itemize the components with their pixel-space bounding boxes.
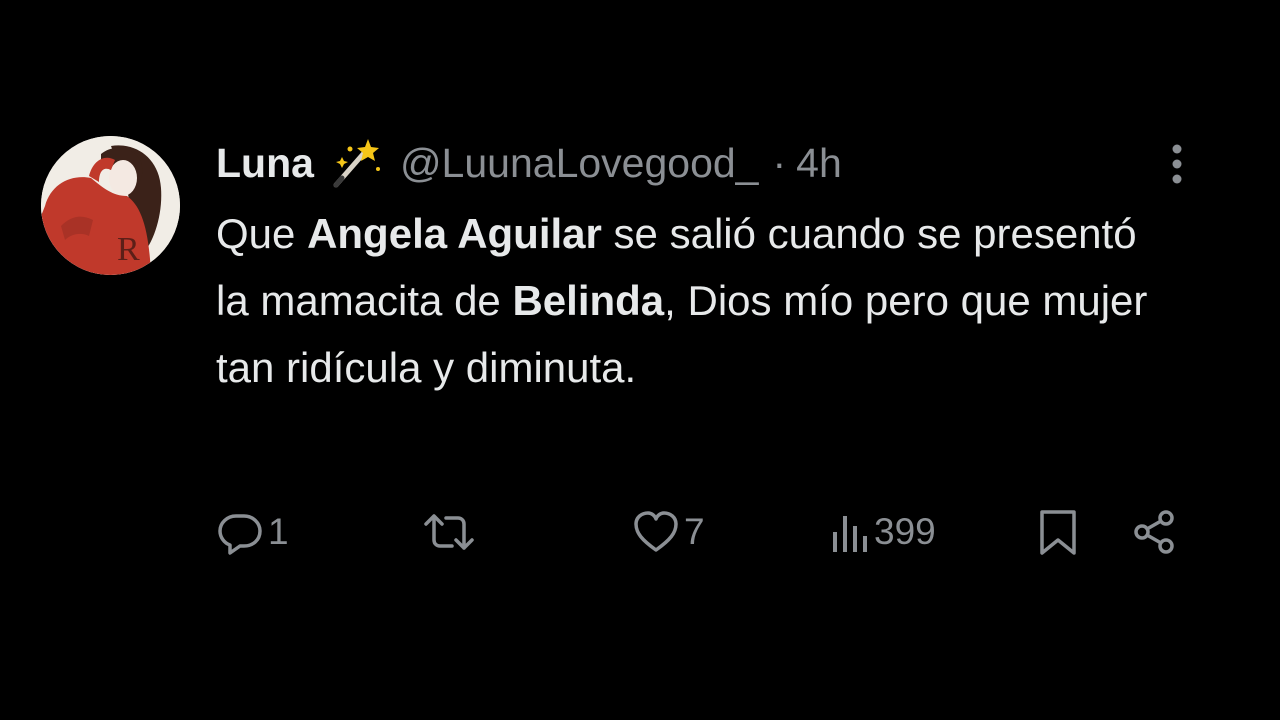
mention-bold: Belinda: [512, 277, 665, 324]
views-button[interactable]: 399: [830, 502, 936, 562]
mention-bold: Angela Aguilar: [307, 210, 602, 257]
views-count: 399: [874, 511, 936, 552]
reply-button[interactable]: 1: [216, 502, 289, 562]
like-count: 7: [684, 511, 705, 552]
tweet-text: Que Angela Aguilar se salió cuando se pr…: [216, 200, 1176, 401]
share-icon: [1134, 510, 1174, 554]
more-options-icon[interactable]: [1162, 140, 1192, 188]
heart-icon: [634, 511, 678, 552]
avatar-illustration: R: [41, 136, 180, 275]
retweet-icon: [424, 514, 474, 550]
views-icon: [833, 516, 867, 552]
avatar[interactable]: R: [41, 136, 180, 275]
author-name[interactable]: Luna: [216, 140, 314, 187]
bookmark-icon: [1040, 510, 1076, 555]
share-button[interactable]: [1130, 502, 1178, 562]
reply-icon: [218, 514, 262, 555]
tweet[interactable]: R Luna @LuunaLovegood_ · 4h Que Angela A…: [0, 0, 1280, 720]
tweet-header: Luna @LuunaLovegood_ · 4h: [216, 135, 842, 191]
separator-dot: ·: [772, 139, 787, 186]
text-segment: Que: [216, 210, 308, 257]
retweet-button[interactable]: [420, 502, 482, 562]
svg-text:R: R: [117, 231, 140, 268]
author-handle[interactable]: @LuunaLovegood_: [400, 140, 759, 187]
magic-wand-icon: [328, 135, 384, 191]
like-button[interactable]: 7: [632, 502, 705, 562]
reply-count: 1: [268, 511, 289, 552]
action-bar: 1 7 399: [0, 502, 1280, 562]
tweet-time[interactable]: 4h: [796, 140, 842, 187]
bookmark-button[interactable]: [1036, 502, 1080, 562]
